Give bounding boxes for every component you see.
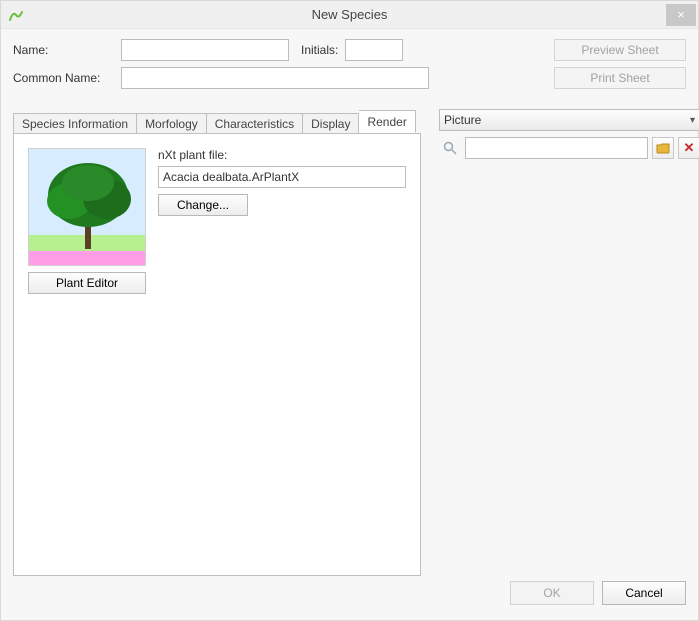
top-row: Name: Initials: Common Name: Preview She… <box>13 39 686 95</box>
tab-strip: Species Information Morfology Characteri… <box>13 109 421 133</box>
tab-display[interactable]: Display <box>303 113 359 134</box>
name-label: Name: <box>13 43 121 57</box>
render-row: Plant Editor nXt plant file: Change... <box>28 148 406 294</box>
search-icon <box>439 137 461 159</box>
tab-body-render: Plant Editor nXt plant file: Change... <box>13 133 421 576</box>
nxt-file-label: nXt plant file: <box>158 148 406 162</box>
delete-picture-button[interactable]: ✕ <box>678 137 699 159</box>
ok-button[interactable]: OK <box>510 581 594 605</box>
picture-path-row: ✕ <box>439 137 699 159</box>
tab-characteristics[interactable]: Characteristics <box>207 113 303 134</box>
initials-input[interactable] <box>345 39 403 61</box>
common-name-label: Common Name: <box>13 71 121 85</box>
close-button[interactable]: × <box>666 4 696 26</box>
app-icon <box>7 6 25 24</box>
picture-select-value: Picture <box>444 113 481 127</box>
tab-panel: Species Information Morfology Characteri… <box>13 109 421 576</box>
nxt-column: nXt plant file: Change... <box>158 148 406 294</box>
common-name-row: Common Name: <box>13 67 536 89</box>
plant-thumbnail <box>28 148 146 266</box>
dialog-window: New Species × Name: Initials: Common Nam… <box>0 0 699 621</box>
tab-morfology[interactable]: Morfology <box>137 113 207 134</box>
plant-editor-button[interactable]: Plant Editor <box>28 272 146 294</box>
picture-path-input[interactable] <box>465 137 648 159</box>
plant-preview-column: Plant Editor <box>28 148 146 294</box>
change-button[interactable]: Change... <box>158 194 248 216</box>
name-input[interactable] <box>121 39 289 61</box>
folder-icon <box>656 141 670 155</box>
cancel-button[interactable]: Cancel <box>602 581 686 605</box>
tab-species-information[interactable]: Species Information <box>13 113 137 134</box>
mid-row: Species Information Morfology Characteri… <box>13 109 686 576</box>
content-area: Name: Initials: Common Name: Preview She… <box>1 29 698 576</box>
initials-label: Initials: <box>301 43 345 57</box>
nxt-file-input[interactable] <box>158 166 406 188</box>
dialog-footer: OK Cancel <box>1 576 698 620</box>
common-name-input[interactable] <box>121 67 429 89</box>
preview-sheet-button[interactable]: Preview Sheet <box>554 39 686 61</box>
chevron-down-icon: ▾ <box>690 115 695 126</box>
print-sheet-button[interactable]: Print Sheet <box>554 67 686 89</box>
picture-panel: Picture ▾ ✕ <box>439 109 699 576</box>
name-row: Name: Initials: <box>13 39 536 61</box>
form-area: Name: Initials: Common Name: <box>13 39 536 95</box>
titlebar: New Species × <box>1 1 698 29</box>
window-title: New Species <box>1 7 698 22</box>
delete-icon: ✕ <box>684 140 695 156</box>
close-icon: × <box>677 7 685 22</box>
picture-select[interactable]: Picture ▾ <box>439 109 699 131</box>
tab-render[interactable]: Render <box>359 110 415 133</box>
browse-folder-button[interactable] <box>652 137 674 159</box>
tree-icon <box>29 149 146 266</box>
sheet-buttons: Preview Sheet Print Sheet <box>554 39 686 89</box>
